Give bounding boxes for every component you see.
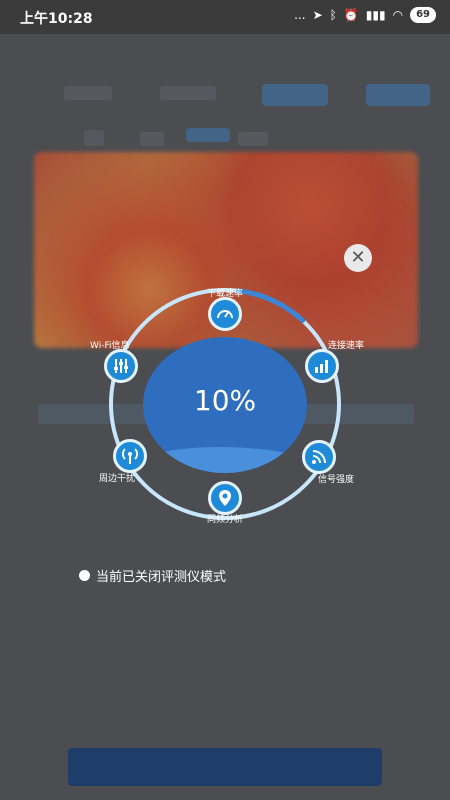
download-speed-label: 下载速率 (207, 289, 244, 299)
progress-arc (236, 288, 306, 323)
channel-analysis-node[interactable] (208, 481, 242, 515)
antenna-icon (122, 448, 138, 464)
signal-strength-node[interactable] (302, 440, 336, 474)
mode-status-row: 当前已关闭评测仪模式 (79, 566, 226, 585)
interference-label: 周边干扰 (99, 474, 136, 484)
progress-value: 10% (193, 384, 257, 417)
wifi-info-label: Wi-Fi信息 (90, 341, 130, 351)
wave-fill (143, 447, 307, 473)
location-pin-icon (219, 490, 231, 506)
close-button[interactable]: ✕ (344, 244, 372, 272)
signal-strength-label: 信号强度 (318, 475, 355, 485)
rss-signal-icon (312, 450, 326, 464)
download-speed-node[interactable] (208, 297, 242, 331)
interference-node[interactable] (113, 439, 147, 473)
connect-speed-label: 连接速率 (328, 341, 365, 351)
bar-chart-icon (315, 360, 328, 373)
channel-analysis-label: 同频分析 (207, 515, 244, 525)
speedometer-icon (217, 310, 233, 319)
sliders-icon (114, 359, 128, 373)
wifi-info-node[interactable] (104, 349, 138, 383)
connect-speed-node[interactable] (305, 349, 339, 383)
mode-status-text: 当前已关闭评测仪模式 (96, 570, 227, 585)
mode-indicator-dot (79, 570, 90, 581)
